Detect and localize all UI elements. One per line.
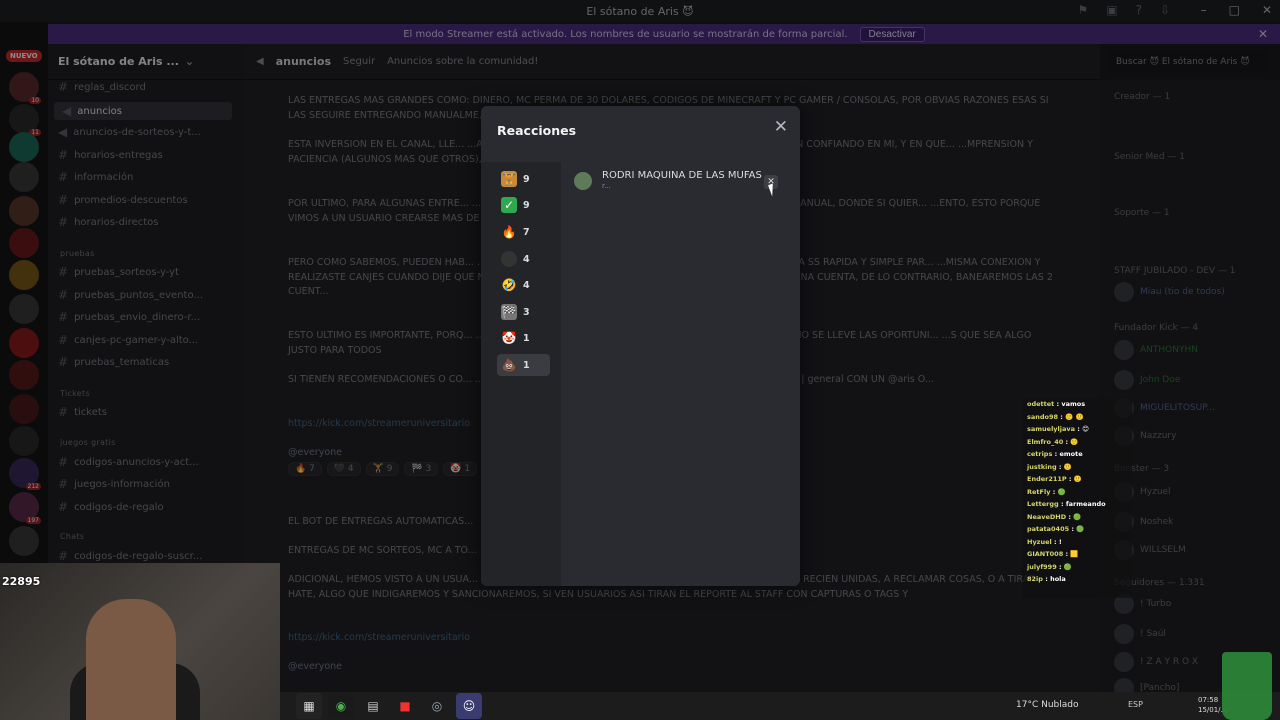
reaction-count: 4: [523, 279, 530, 291]
chat-line: RetFly : 🟢: [1027, 487, 1066, 496]
chat-line: julyf999 : 🟢: [1027, 562, 1072, 571]
chat-text: 🙂 🙂: [1065, 412, 1084, 421]
chat-text: 😊: [1082, 425, 1089, 433]
chat-line: Lettergg : farmeando: [1027, 500, 1106, 508]
system-tray[interactable]: ESP: [1128, 700, 1143, 709]
reaction-filter[interactable]: 🤡 1: [497, 327, 550, 349]
chat-line: Ender211P : 🙂: [1027, 475, 1082, 483]
chrome-icon[interactable]: ◉: [328, 693, 354, 719]
green-mug-image: [1222, 652, 1272, 720]
reaction-user-name: RODRI MAQUINA DE LAS MUFAS: [602, 170, 762, 181]
chat-user: odettet: [1027, 400, 1055, 408]
window-app-icon[interactable]: ▤: [360, 693, 386, 719]
chat-line: justking : 🙂: [1027, 462, 1072, 471]
chat-line: GIANT008 : 🟨: [1027, 550, 1079, 558]
chat-line: NeaveDHD : 🟢: [1027, 512, 1082, 521]
reaction-count: 1: [523, 332, 530, 344]
reaction-filter[interactable]: 🤣 4: [497, 274, 550, 296]
chat-user: Ender211P: [1027, 475, 1067, 483]
chat-user: patata0405: [1027, 525, 1070, 533]
reaction-filter[interactable]: 🏋 9: [497, 168, 550, 190]
chat-line: Elmfro_40 : 🙂: [1027, 437, 1079, 446]
app-icon[interactable]: ▦: [296, 693, 322, 719]
reaction-user-handle: r...: [602, 182, 611, 190]
chat-line: sando98 : 🙂 🙂: [1027, 412, 1084, 421]
reaction-list: 🏋 9 ✓ 9 🔥 7 4 🤣 4 🏁 3 🤡 1 💩 1: [481, 162, 561, 586]
fire-icon: 🔥: [501, 225, 517, 239]
chat-user: Lettergg: [1027, 500, 1059, 508]
reaction-count: 9: [523, 173, 530, 185]
chat-user: GIANT008: [1027, 550, 1064, 558]
reaction-user-row[interactable]: RODRI MAQUINA DE LAS MUFAS r...: [572, 170, 762, 192]
chat-user: samuelyljava: [1027, 425, 1075, 433]
flag-icon: 🏁: [501, 304, 517, 320]
person-figure: [86, 599, 176, 720]
steam-icon[interactable]: ◎: [424, 693, 450, 719]
avatar: [572, 170, 594, 192]
viewer-count: 22895: [2, 575, 41, 588]
chat-user: 82ip: [1027, 575, 1043, 583]
reaction-filter[interactable]: ✓ 9: [497, 194, 550, 216]
reaction-filter-selected[interactable]: 💩 1: [497, 354, 550, 376]
chat-user: NeaveDHD: [1027, 512, 1067, 521]
chat-user: Hyzuel: [1027, 537, 1052, 546]
chat-text: 🟢: [1057, 487, 1066, 496]
chat-text: !: [1058, 537, 1062, 546]
reactions-modal: Reacciones ✕ 🏋 9 ✓ 9 🔥 7 4 🤣 4 🏁 3 🤡 1 💩 1 RODR…: [481, 106, 800, 586]
weightlifter-icon: 🏋: [501, 171, 517, 187]
chat-text: emote: [1059, 450, 1083, 458]
reaction-filter[interactable]: 🔥 7: [497, 221, 550, 243]
reaction-count: 3: [523, 306, 530, 318]
chat-text: 🟢: [1076, 525, 1085, 533]
chat-text: hola: [1050, 575, 1066, 583]
chat-text: farmeando: [1065, 500, 1106, 508]
chat-text: 🙂: [1073, 475, 1082, 483]
chat-text: 🙂: [1070, 437, 1079, 446]
chat-user: sando98: [1027, 412, 1059, 421]
laughing-icon: 🤣: [501, 278, 517, 292]
clown-icon: 🤡: [501, 331, 517, 345]
chat-user: justking: [1027, 462, 1057, 471]
chat-line: odettet : vamos: [1027, 400, 1086, 408]
chat-user: julyf999: [1027, 562, 1057, 571]
chat-line: 82ip : hola: [1027, 575, 1066, 583]
reaction-filter[interactable]: 🏁 3: [497, 301, 550, 323]
close-icon[interactable]: ✕: [774, 117, 788, 137]
reaction-count: 7: [523, 226, 530, 238]
chat-text: 🟢: [1073, 512, 1082, 521]
black-heart-icon: [501, 251, 517, 267]
stream-chat-overlay: odettet : vamos sando98 : 🙂 🙂 samuelylja…: [1022, 398, 1132, 598]
reaction-count: 4: [523, 253, 530, 265]
chat-user: cetrips: [1027, 450, 1053, 458]
chat-line: Hyzuel : !: [1027, 537, 1062, 546]
reaction-count: 9: [523, 199, 530, 211]
weather-widget[interactable]: 17°C Nublado: [1016, 700, 1078, 710]
chat-line: cetrips : emote: [1027, 450, 1083, 458]
chat-line: samuelyljava : 😊: [1027, 425, 1089, 433]
chat-text: vamos: [1061, 400, 1086, 408]
chat-user: RetFly: [1027, 487, 1051, 496]
chat-user: Elmfro_40: [1027, 437, 1064, 446]
poop-icon: 💩: [501, 358, 517, 372]
chat-text: 🙂: [1063, 462, 1072, 471]
check-icon: ✓: [501, 197, 517, 213]
language-indicator[interactable]: ESP: [1128, 700, 1143, 709]
webcam-overlay: 22895: [0, 563, 280, 720]
reaction-filter[interactable]: 4: [497, 248, 550, 270]
chat-text: 🟨: [1070, 550, 1079, 558]
chat-text: 🟢: [1063, 562, 1072, 571]
media-app-icon[interactable]: ■: [392, 693, 418, 719]
modal-title: Reacciones: [497, 123, 577, 138]
taskbar: ▦ ◉ ▤ ■ ◎ ☺ 17°C Nublado ESP 07:58 15/01…: [280, 692, 1280, 720]
discord-icon[interactable]: ☺: [456, 693, 482, 719]
reaction-count: 1: [523, 359, 530, 371]
chat-line: patata0405 : 🟢: [1027, 525, 1085, 533]
